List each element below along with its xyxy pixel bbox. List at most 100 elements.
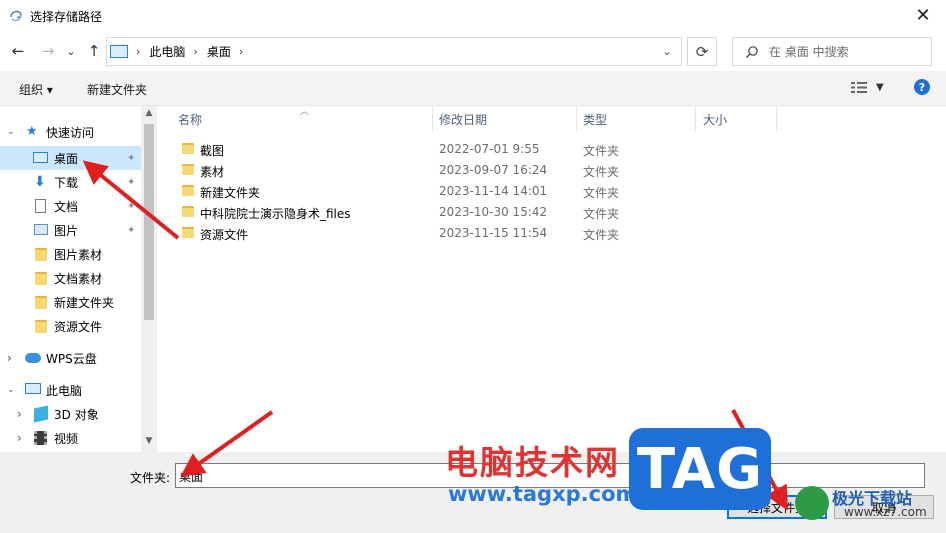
- refresh-icon: ⟳: [695, 42, 709, 61]
- forward-arrow-icon: →: [41, 42, 55, 60]
- sidebar-item-pictures[interactable]: 图片 ✦: [0, 218, 141, 242]
- sidebar-item-resource-files[interactable]: 资源文件: [0, 314, 141, 338]
- file-type: 文件夹: [583, 144, 620, 158]
- collapse-icon[interactable]: ⌄: [7, 127, 15, 137]
- collapse-icon[interactable]: ⌄: [7, 385, 15, 395]
- watermark-site-url: www.tagxp.com: [448, 482, 638, 506]
- sidebar-item-desktop[interactable]: 桌面 ✦: [0, 146, 141, 170]
- recent-locations-button[interactable]: ⌄: [61, 41, 81, 61]
- help-button[interactable]: ?: [914, 79, 930, 95]
- watermark-logo-url: www.xz7.com: [844, 505, 927, 519]
- scroll-up-icon[interactable]: ▲: [141, 108, 157, 118]
- sidebar-item-downloads[interactable]: ⬇ 下载 ✦: [0, 170, 141, 194]
- up-button[interactable]: ↑: [84, 41, 104, 61]
- file-name: 资源文件: [200, 228, 249, 242]
- sidebar-item-label: 文档素材: [54, 271, 103, 286]
- list-item[interactable]: 截图 2022-07-01 9:55 文件夹: [160, 139, 946, 160]
- column-divider[interactable]: [776, 106, 777, 132]
- search-icon: [746, 45, 758, 58]
- pin-icon: ✦: [127, 200, 136, 212]
- search-box[interactable]: 在 桌面 中搜索: [732, 37, 932, 66]
- pin-icon: ✦: [127, 176, 136, 188]
- navigation-bar: ← → ⌄ ↑ › 此电脑 › 桌面 › ⌄ ⟳ 在 桌面 中搜索: [0, 31, 946, 71]
- chevron-down-icon: ⌄: [66, 44, 76, 58]
- sidebar-item-document-assets[interactable]: 文档素材: [0, 266, 141, 290]
- title-bar: 选择存储路径 ✕: [0, 0, 946, 31]
- view-dropdown-icon[interactable]: ▼: [876, 82, 884, 93]
- list-item[interactable]: 素材 2023-09-07 16:24 文件夹: [160, 160, 946, 181]
- folder-icon: [35, 320, 47, 333]
- list-item[interactable]: 新建文件夹 2023-11-14 14:01 文件夹: [160, 181, 946, 202]
- breadcrumb-this-pc[interactable]: 此电脑: [149, 43, 185, 60]
- file-name: 中科院院士演示隐身术_files: [200, 207, 351, 221]
- organize-menu-button[interactable]: 组织 ▾: [19, 81, 53, 98]
- expand-icon[interactable]: ›: [7, 351, 12, 365]
- sort-ascending-icon: ︿: [300, 107, 310, 117]
- back-button[interactable]: ←: [8, 41, 28, 61]
- address-bar[interactable]: › 此电脑 › 桌面 › ⌄: [106, 37, 682, 66]
- back-arrow-icon: ←: [11, 42, 25, 60]
- pin-icon: ✦: [127, 152, 136, 164]
- refresh-button[interactable]: ⟳: [687, 37, 717, 66]
- folder-icon: [35, 272, 47, 285]
- search-placeholder: 在 桌面 中搜索: [769, 45, 849, 59]
- column-divider[interactable]: [432, 106, 433, 132]
- sidebar-item-new-folder[interactable]: 新建文件夹: [0, 290, 141, 314]
- file-date: 2023-09-07 16:24: [439, 163, 548, 177]
- breadcrumb-separator: ›: [238, 45, 244, 58]
- file-date: 2022-07-01 9:55: [439, 142, 540, 156]
- sidebar-item-picture-assets[interactable]: 图片素材: [0, 242, 141, 266]
- new-folder-button[interactable]: 新建文件夹: [87, 81, 147, 98]
- window-title: 选择存储路径: [30, 10, 103, 24]
- address-dropdown-button[interactable]: ⌄: [653, 38, 681, 65]
- expand-icon[interactable]: ›: [17, 431, 22, 445]
- video-icon: [34, 431, 47, 445]
- file-name: 新建文件夹: [200, 186, 261, 200]
- file-type: 文件夹: [583, 165, 620, 179]
- scroll-down-icon[interactable]: ▼: [141, 436, 157, 446]
- star-icon: ★: [26, 124, 38, 139]
- sidebar-item-videos[interactable]: › 视频: [0, 426, 141, 450]
- sidebar-item-quick-access[interactable]: ⌄ ★ 快速访问: [0, 120, 141, 144]
- file-date: 2023-10-30 15:42: [439, 205, 548, 219]
- sidebar-item-documents[interactable]: 文档 ✦: [0, 194, 141, 218]
- forward-button[interactable]: →: [38, 41, 58, 61]
- breadcrumb-separator: ›: [136, 45, 141, 58]
- 3d-objects-icon: [34, 405, 48, 423]
- column-header-name[interactable]: 名称: [178, 106, 202, 132]
- sidebar-item-label: 此电脑: [46, 383, 83, 398]
- list-item[interactable]: 中科院院士演示隐身术_files 2023-10-30 15:42 文件夹: [160, 202, 946, 223]
- sidebar-item-label: 快速访问: [46, 125, 95, 140]
- column-header-date[interactable]: 修改日期: [439, 106, 487, 132]
- file-type: 文件夹: [583, 207, 620, 221]
- watermark-logo-icon: [795, 486, 829, 520]
- column-divider[interactable]: [695, 106, 696, 132]
- breadcrumb-desktop[interactable]: 桌面: [207, 43, 231, 60]
- save-path-dialog: 选择存储路径 ✕ ← → ⌄ ↑ › 此电脑 › 桌面 › ⌄ ⟳ 在 桌面 中…: [0, 0, 946, 533]
- column-divider[interactable]: [576, 106, 577, 132]
- breadcrumb-separator: ›: [193, 45, 198, 58]
- app-icon: [10, 10, 22, 22]
- expand-icon[interactable]: ›: [17, 407, 22, 421]
- cloud-icon: [25, 353, 41, 363]
- list-item[interactable]: 资源文件 2023-11-15 11:54 文件夹: [160, 223, 946, 244]
- sidebar-item-wps-cloud[interactable]: › WPS云盘: [0, 346, 141, 370]
- picture-icon: [34, 224, 48, 235]
- column-header-size[interactable]: 大小: [703, 106, 727, 132]
- folder-icon: [35, 248, 47, 261]
- file-type: 文件夹: [583, 228, 620, 242]
- navigation-pane: ⌄ ★ 快速访问 桌面 ✦ ⬇ 下载 ✦ 文档 ✦ 图片 ✦ 图片素材 文档素材…: [0, 106, 157, 452]
- file-type: 文件夹: [583, 186, 620, 200]
- folder-icon: [182, 143, 194, 154]
- scroll-thumb[interactable]: [144, 124, 154, 320]
- sidebar-scrollbar[interactable]: ▲ ▼: [141, 106, 157, 452]
- computer-icon: [110, 45, 128, 58]
- file-name: 素材: [200, 165, 225, 179]
- column-header-type[interactable]: 类型: [583, 106, 607, 132]
- chevron-down-icon: ⌄: [662, 45, 672, 58]
- sidebar-item-3d-objects[interactable]: › 3D 对象: [0, 402, 141, 426]
- close-button[interactable]: ✕: [900, 0, 946, 31]
- view-options-icon[interactable]: [851, 81, 868, 94]
- watermark-tag-badge: TAG: [629, 428, 771, 510]
- sidebar-item-this-pc[interactable]: ⌄ 此电脑: [0, 378, 141, 402]
